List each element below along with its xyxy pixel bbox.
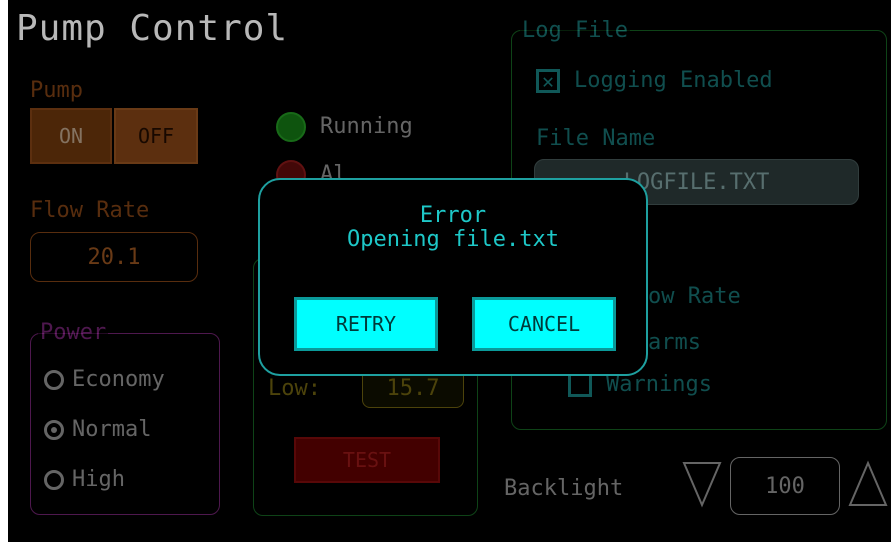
power-legend: Power <box>38 320 109 345</box>
radio-unselected-icon <box>44 469 64 490</box>
flow-rate-label: Flow Rate <box>30 198 150 223</box>
error-dialog-title: Error <box>419 203 487 228</box>
backlight-value-display: 100 <box>730 457 840 515</box>
flow-rate-display: 20.1 <box>30 232 198 282</box>
screen: Pump Control Pump ON OFF Flow Rate 20.1 … <box>8 0 891 542</box>
file-name-label: File Name <box>536 126 656 151</box>
triangle-up-icon[interactable] <box>848 459 888 509</box>
error-dialog-detail: Opening file.txt <box>347 227 559 252</box>
power-option-label: High <box>72 467 125 492</box>
low-threshold-value: 15.7 <box>386 375 440 401</box>
log-file-legend: Log File <box>520 18 630 43</box>
cancel-button[interactable]: CANCEL <box>472 297 616 351</box>
checkbox-checked-icon: ✕ <box>536 68 560 93</box>
radio-unselected-icon <box>44 369 64 390</box>
triangle-down-icon[interactable] <box>682 459 722 509</box>
log-alarms-label: arms <box>648 330 701 355</box>
flow-rate-value: 20.1 <box>87 244 141 270</box>
power-option-economy[interactable]: Economy <box>44 367 165 392</box>
power-option-label: Economy <box>72 367 165 392</box>
power-option-label: Normal <box>72 417 152 442</box>
running-label: Running <box>320 114 413 139</box>
logging-enabled-checkbox[interactable]: ✕ Logging Enabled <box>536 68 773 93</box>
power-option-normal[interactable]: Normal <box>44 417 151 442</box>
pump-label: Pump <box>30 78 83 103</box>
pump-off-button[interactable]: OFF <box>114 108 198 164</box>
backlight-value: 100 <box>765 473 805 499</box>
radio-selected-icon <box>44 419 64 440</box>
backlight-label: Backlight <box>504 476 624 501</box>
low-threshold-label: Low: <box>268 376 321 401</box>
running-indicator-icon <box>276 112 306 142</box>
error-dialog-message: Error Opening file.txt <box>258 204 648 252</box>
checkbox-unchecked-icon <box>568 372 592 397</box>
retry-button[interactable]: RETRY <box>294 297 438 351</box>
page-title: Pump Control <box>16 8 289 49</box>
test-button[interactable]: TEST <box>294 437 440 483</box>
log-flow-rate-label: ow Rate <box>648 284 741 309</box>
pump-on-button[interactable]: ON <box>30 108 112 164</box>
power-option-high[interactable]: High <box>44 467 125 492</box>
logging-enabled-label: Logging Enabled <box>574 68 773 93</box>
